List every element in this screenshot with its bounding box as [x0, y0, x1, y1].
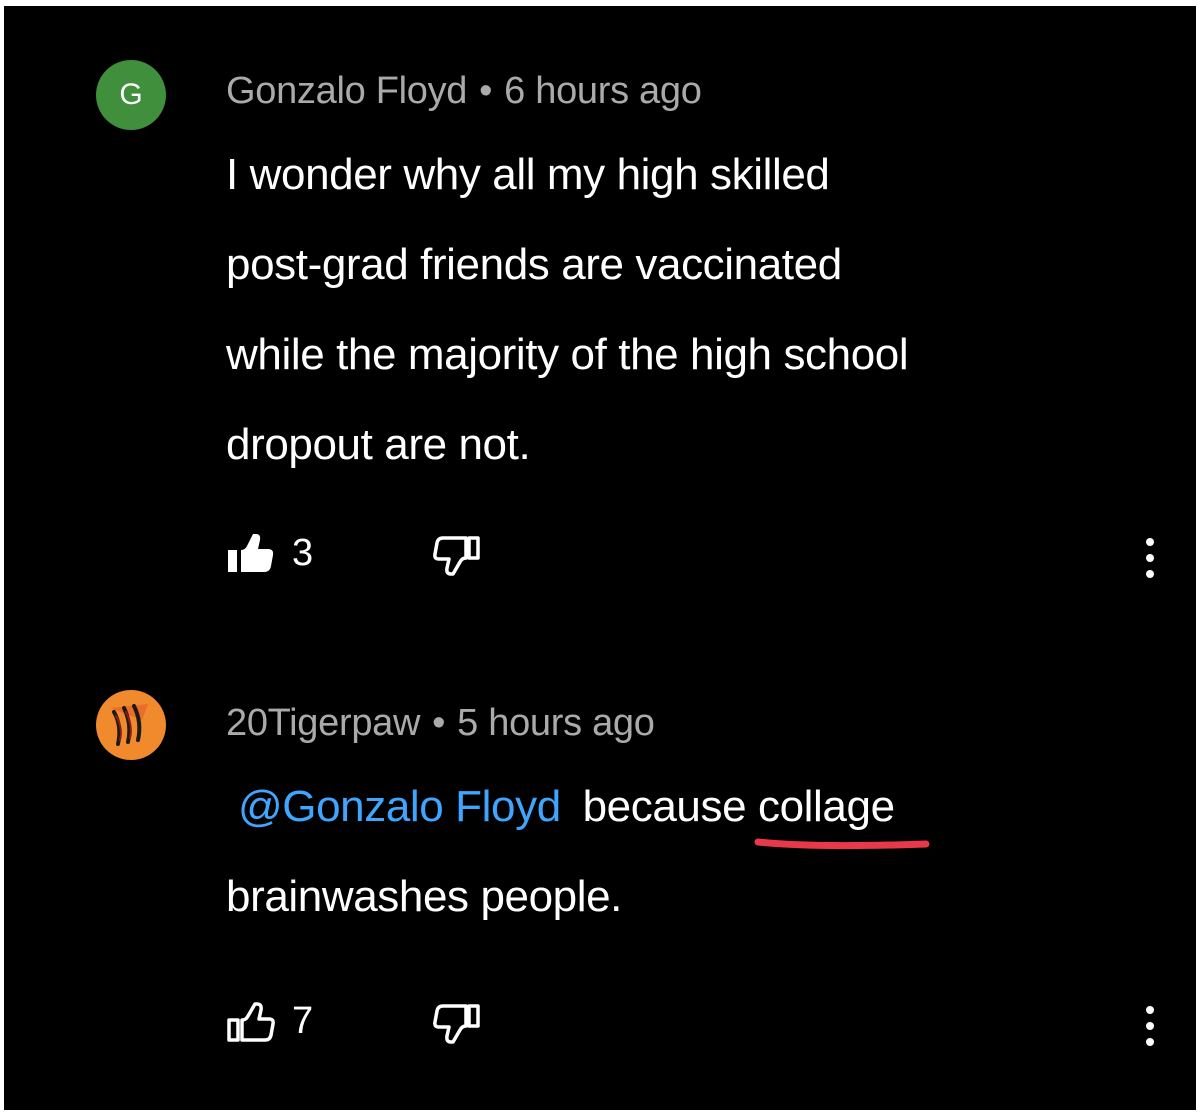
author-name[interactable]: 20Tigerpaw [226, 702, 420, 744]
thumbs-up-icon [227, 1002, 275, 1042]
more-options-button[interactable] [1130, 996, 1170, 1056]
comment-text: @Gonzalo Floyd because collage brainwash… [226, 762, 1156, 942]
comment-line: post-grad friends are vaccinated [226, 240, 842, 289]
thumbs-down-icon [433, 1004, 480, 1044]
like-count: 3 [292, 532, 314, 574]
tiger-claw-icon [110, 704, 148, 746]
avatar-letter: G [119, 78, 143, 111]
avatar[interactable]: G [96, 60, 166, 130]
more-vertical-icon [1146, 1006, 1154, 1046]
author-name[interactable]: Gonzalo Floyd [226, 70, 467, 112]
like-button[interactable] [226, 528, 280, 582]
mention-link[interactable]: @Gonzalo Floyd [226, 782, 571, 831]
comment-actions: 3 [226, 528, 1186, 588]
comment-meta: 20Tigerpaw • 5 hours ago [226, 702, 655, 745]
thumbs-up-icon [228, 534, 274, 572]
underlined-word: collage [754, 762, 930, 852]
comment-text-segment: because [582, 782, 747, 831]
comments-screen: G Gonzalo Floyd • 6 hours ago I wonder why… [4, 6, 1196, 1110]
comment-meta: Gonzalo Floyd • 6 hours ago [226, 70, 702, 113]
more-vertical-icon [1146, 538, 1154, 578]
comment-text: I wonder why all my high skilled post-gr… [226, 130, 1156, 490]
comment-line: while the majority of the high school [226, 330, 909, 379]
comment-line: brainwashes people. [226, 872, 623, 921]
avatar[interactable] [96, 690, 166, 760]
comment-actions: 7 [226, 996, 1186, 1056]
dislike-button[interactable] [428, 528, 482, 582]
comment-line: dropout are not. [226, 420, 531, 469]
comment-line: @Gonzalo Floyd because collage [226, 762, 1156, 852]
comment-line: I wonder why all my high skilled [226, 150, 830, 199]
like-button[interactable] [226, 996, 280, 1050]
more-options-button[interactable] [1130, 528, 1170, 588]
timestamp[interactable]: 6 hours ago [504, 70, 702, 112]
misspelled-word: collage [758, 782, 895, 831]
meta-separator: • [479, 70, 493, 112]
like-count: 7 [292, 1000, 314, 1042]
thumbs-down-icon [433, 536, 480, 576]
dislike-button[interactable] [428, 996, 482, 1050]
meta-separator: • [432, 702, 446, 744]
timestamp[interactable]: 5 hours ago [457, 702, 655, 744]
